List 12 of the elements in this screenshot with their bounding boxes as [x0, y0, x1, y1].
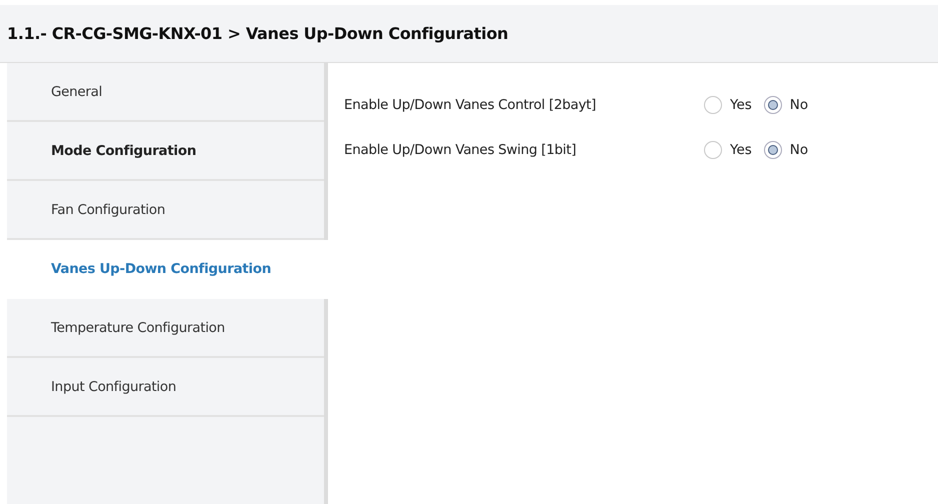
- parameter-label: Enable Up/Down Vanes Control [2bayt]: [344, 97, 598, 113]
- radio-option[interactable]: No: [764, 96, 808, 114]
- radio-option[interactable]: Yes: [704, 141, 752, 159]
- sidebar-item[interactable]: General: [7, 63, 324, 122]
- radio-option[interactable]: No: [764, 141, 808, 159]
- sidebar-item[interactable]: Temperature Configuration: [7, 299, 324, 358]
- radio-option[interactable]: Yes: [704, 96, 752, 114]
- sidebar-item[interactable]: Input Configuration: [7, 358, 324, 417]
- sidebar-item[interactable]: Vanes Up-Down Configuration: [7, 240, 328, 299]
- parameter-label: Enable Up/Down Vanes Swing [1bit]: [344, 142, 578, 158]
- page-title: 1.1.- CR-CG-SMG-KNX-01 > Vanes Up-Down Configuration: [7, 24, 508, 43]
- sidebar-item[interactable]: Mode Configuration: [7, 122, 324, 181]
